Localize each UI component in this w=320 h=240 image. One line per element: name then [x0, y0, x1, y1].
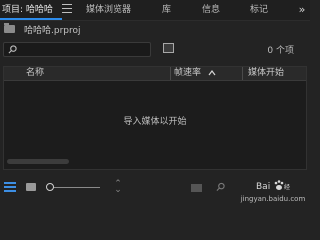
- automate-to-sequence-icon[interactable]: [191, 184, 202, 192]
- baidu-paw-logo: Bai 经验: [256, 180, 290, 192]
- item-count: 0 个项: [267, 46, 294, 56]
- sort-ascending-icon[interactable]: [208, 70, 216, 76]
- icon-view-icon[interactable]: [26, 183, 36, 191]
- table-header: 名称 帧速率 媒体开始: [4, 67, 306, 81]
- column-header-media-start[interactable]: 媒体开始: [248, 67, 284, 80]
- search-input[interactable]: [3, 42, 151, 57]
- column-header-frame-rate[interactable]: 帧速率: [174, 67, 201, 80]
- tab-libraries[interactable]: 库: [162, 3, 171, 17]
- folder-icon: [4, 23, 15, 33]
- column-divider[interactable]: [170, 67, 171, 80]
- panel-menu-icon[interactable]: [62, 4, 72, 14]
- list-view-icon[interactable]: [4, 182, 16, 192]
- svg-text:经验: 经验: [284, 183, 290, 191]
- tab-project[interactable]: 项目: 哈哈哈: [2, 3, 53, 17]
- column-header-name[interactable]: 名称: [26, 67, 44, 80]
- empty-state-message: 导入媒体以开始: [123, 117, 187, 127]
- search-row: 0 个项: [0, 40, 310, 58]
- zoom-slider[interactable]: [48, 187, 100, 188]
- project-items-table: 名称 帧速率 媒体开始 导入媒体以开始: [3, 66, 307, 170]
- tab-media-browser[interactable]: 媒体浏览器: [86, 3, 131, 17]
- horizontal-scrollbar[interactable]: [7, 159, 69, 164]
- tab-markers[interactable]: 标记: [250, 3, 268, 17]
- new-search-bin-icon[interactable]: [163, 43, 174, 53]
- sort-icons-icon[interactable]: ⌃ ⌄: [113, 180, 123, 195]
- svg-text:Bai: Bai: [256, 182, 270, 192]
- find-icon[interactable]: [216, 182, 225, 192]
- panel-tab-bar: 项目: 哈哈哈 媒体浏览器 库 信息 标记 »: [0, 0, 310, 21]
- baidu-jingyan-watermark: Bai 经验 jingyan.baidu.com: [238, 178, 308, 208]
- more-tabs-chevron-icon[interactable]: »: [295, 2, 309, 18]
- zoom-slider-thumb[interactable]: [46, 183, 54, 191]
- tab-info[interactable]: 信息: [202, 3, 220, 17]
- active-tab-indicator: [0, 18, 62, 20]
- watermark-url: jingyan.baidu.com: [240, 195, 306, 203]
- project-file-row: 哈哈哈.prproj: [0, 21, 310, 37]
- project-file-name: 哈哈哈.prproj: [24, 26, 81, 36]
- column-divider[interactable]: [242, 67, 243, 80]
- search-icon: [8, 45, 17, 54]
